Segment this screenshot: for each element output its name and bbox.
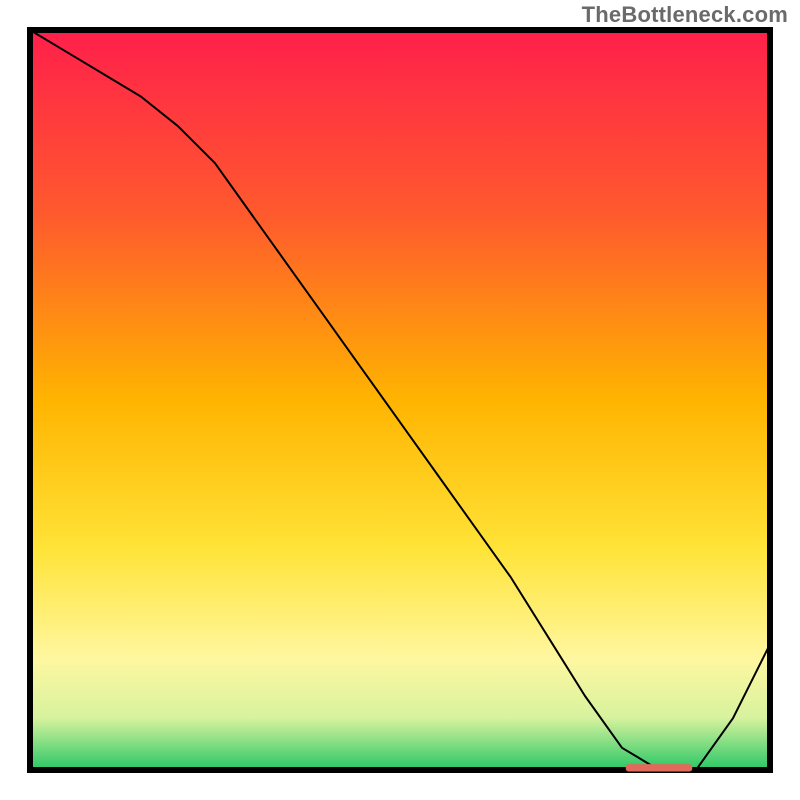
- plot-area: [30, 30, 770, 770]
- watermark-text: TheBottleneck.com: [582, 2, 788, 28]
- chart-svg: [0, 0, 800, 800]
- chart-stage: TheBottleneck.com: [0, 0, 800, 800]
- marker-bar: [626, 764, 693, 771]
